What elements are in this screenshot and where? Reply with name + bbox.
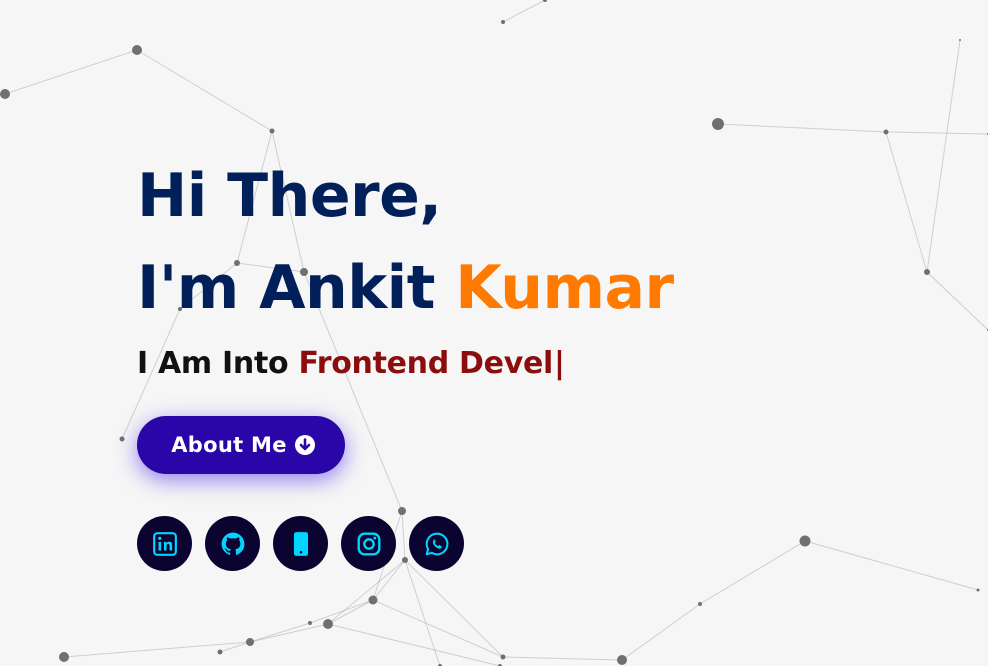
greeting-name-highlight: Kumar: [455, 253, 674, 323]
particle-link: [885, 131, 988, 135]
particle-link: [502, 656, 623, 661]
particle-link: [249, 623, 329, 643]
particle-link: [327, 623, 501, 666]
about-me-label: About Me: [171, 433, 287, 457]
particle-dot: [368, 595, 378, 605]
particle-link: [249, 622, 311, 643]
whatsapp-icon: [425, 532, 448, 555]
typed-role-text: Frontend Devel: [298, 346, 553, 381]
particle-link: [309, 599, 374, 624]
greeting-name-prefix: I'm Ankit: [137, 253, 456, 323]
particle-dot: [119, 436, 125, 442]
github-icon: [221, 532, 244, 555]
particle-link: [4, 49, 138, 95]
particle-dot: [924, 269, 930, 275]
particle-link: [717, 123, 887, 133]
hero-section: Hi There, I'm Ankit Kumar I Am Into Fron…: [137, 150, 674, 381]
particle-link: [327, 599, 374, 625]
greeting-line-2: I'm Ankit Kumar: [137, 242, 674, 334]
mobile-phone-icon: [293, 531, 308, 556]
typed-prefix: I Am Into: [137, 346, 299, 381]
particle-dot: [698, 602, 702, 606]
particle-dot: [269, 128, 275, 134]
phone-link[interactable]: [273, 516, 328, 571]
whatsapp-link[interactable]: [409, 516, 464, 571]
particle-dot: [398, 507, 406, 515]
particle-dot: [617, 655, 627, 665]
particle-link: [63, 641, 251, 658]
particle-dot: [246, 638, 254, 646]
particle-link: [372, 599, 504, 658]
particle-link: [502, 0, 546, 23]
greeting-line-1: Hi There,: [137, 161, 442, 231]
particle-dot: [501, 20, 505, 24]
particle-dot: [0, 89, 10, 99]
particle-dot: [543, 0, 547, 2]
particle-dot: [132, 45, 142, 55]
particle-link: [621, 603, 701, 661]
particle-link: [136, 49, 273, 132]
particle-dot: [308, 621, 312, 625]
particle-dot: [500, 654, 506, 660]
particle-dot: [217, 649, 223, 655]
particle-dot: [59, 652, 69, 662]
about-me-button[interactable]: About Me: [137, 416, 345, 474]
particle-link: [404, 559, 504, 658]
particle-link: [885, 131, 928, 273]
linkedin-link[interactable]: [137, 516, 192, 571]
instagram-icon: [357, 532, 380, 555]
typed-role-line: I Am Into Frontend Devel|: [137, 346, 674, 381]
typing-cursor: |: [554, 346, 565, 381]
particle-dot: [959, 39, 961, 41]
particle-dot: [976, 588, 980, 592]
particle-dot: [799, 535, 811, 547]
github-link[interactable]: [205, 516, 260, 571]
particle-link: [699, 540, 806, 605]
arrow-circle-down-icon: [294, 435, 315, 455]
instagram-link[interactable]: [341, 516, 396, 571]
linkedin-icon: [152, 531, 177, 556]
social-links: [137, 516, 464, 571]
particle-link: [926, 39, 961, 273]
particle-link: [926, 271, 988, 331]
particle-dot: [712, 118, 724, 130]
particle-dot: [883, 129, 889, 135]
particle-dot: [323, 619, 333, 629]
particle-link: [804, 540, 979, 591]
